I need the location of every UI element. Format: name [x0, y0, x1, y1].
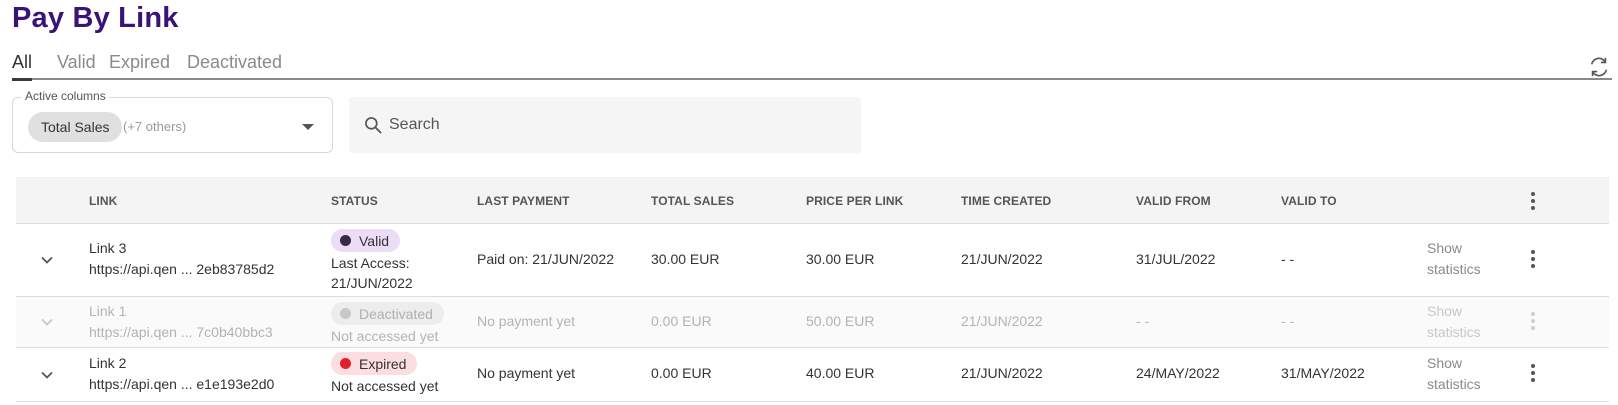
last-access-date: 21/JUN/2022	[331, 275, 413, 291]
chevron-down-icon[interactable]	[40, 368, 54, 382]
status-tabs: All Valid Expired Deactivated	[12, 52, 1612, 81]
more-vert-icon[interactable]	[1523, 191, 1543, 211]
table-header: LINK STATUS LAST PAYMENT TOTAL SALES PRI…	[16, 177, 1609, 224]
active-columns-label: Active columns	[22, 89, 109, 103]
valid-from: 31/JUL/2022	[1136, 251, 1216, 267]
table-row: Link 2 https://api.qen ... e1e193e2d0 Ex…	[16, 348, 1609, 402]
link-url[interactable]: https://api.qen ... 2eb83785d2	[89, 261, 274, 277]
status-dot	[340, 308, 351, 319]
total-sales: 30.00 EUR	[651, 251, 720, 267]
valid-from: 24/MAY/2022	[1136, 365, 1220, 381]
header-last-payment[interactable]: LAST PAYMENT	[477, 194, 570, 208]
header-time-created[interactable]: TIME CREATED	[961, 194, 1051, 208]
header-valid-from[interactable]: VALID FROM	[1136, 194, 1211, 208]
total-sales: 0.00 EUR	[651, 365, 712, 381]
valid-to: - -	[1281, 313, 1295, 329]
header-valid-to[interactable]: VALID TO	[1281, 194, 1337, 208]
show-statistics-link[interactable]: Show statistics	[1427, 301, 1481, 343]
table-row: Link 1 https://api.qen ... 7c0b40bbc3 De…	[16, 297, 1609, 348]
time-created: 21/JUN/2022	[961, 365, 1043, 381]
column-chip-total-sales[interactable]: Total Sales	[28, 112, 123, 142]
last-payment: No payment yet	[477, 365, 576, 381]
tab-all[interactable]: All	[12, 52, 33, 81]
tab-expired[interactable]: Expired	[109, 52, 170, 78]
dropdown-caret-icon[interactable]	[302, 124, 314, 130]
table-row: Link 3 https://api.qen ... 2eb83785d2 Va…	[16, 224, 1609, 297]
tab-deactivated[interactable]: Deactivated	[187, 52, 282, 78]
search-icon	[365, 117, 382, 134]
page-title: Pay By Link	[12, 2, 179, 34]
search-input[interactable]	[389, 107, 849, 143]
more-vert-icon[interactable]	[1523, 311, 1543, 331]
refresh-icon[interactable]	[1588, 56, 1610, 78]
valid-to: 31/MAY/2022	[1281, 365, 1365, 381]
links-table: LINK STATUS LAST PAYMENT TOTAL SALES PRI…	[16, 177, 1609, 402]
valid-from: - -	[1136, 313, 1150, 329]
link-name[interactable]: Link 3	[89, 240, 126, 256]
time-created: 21/JUN/2022	[961, 251, 1043, 267]
price-per-link: 40.00 EUR	[806, 365, 875, 381]
header-total-sales[interactable]: TOTAL SALES	[651, 194, 734, 208]
time-created: 21/JUN/2022	[961, 313, 1043, 329]
last-payment: No payment yet	[477, 313, 576, 329]
show-statistics-link[interactable]: Show statistics	[1427, 238, 1481, 280]
price-per-link: 50.00 EUR	[806, 313, 875, 329]
tab-valid[interactable]: Valid	[57, 52, 96, 78]
price-per-link: 30.00 EUR	[806, 251, 875, 267]
status-dot	[340, 358, 351, 369]
other-columns-count: (+7 others)	[123, 119, 187, 134]
link-url[interactable]: https://api.qen ... e1e193e2d0	[89, 376, 274, 392]
total-sales: 0.00 EUR	[651, 313, 712, 329]
chevron-down-icon[interactable]	[40, 315, 54, 329]
more-vert-icon[interactable]	[1523, 363, 1543, 383]
chevron-down-icon[interactable]	[40, 253, 54, 267]
status-dot	[340, 235, 351, 246]
valid-to: - -	[1281, 251, 1295, 267]
header-status[interactable]: STATUS	[331, 194, 378, 208]
status-badge: Deactivated	[331, 302, 444, 325]
last-payment: Paid on: 21/JUN/2022	[477, 251, 614, 267]
last-access-label: Not accessed yet	[331, 328, 439, 344]
last-access-label: Last Access:	[331, 255, 410, 271]
more-vert-icon[interactable]	[1523, 249, 1543, 269]
header-link[interactable]: LINK	[89, 194, 117, 208]
status-badge: Expired	[331, 352, 418, 375]
active-columns-select[interactable]: Active columns Total Sales (+7 others)	[12, 89, 333, 153]
search-box[interactable]	[349, 97, 861, 153]
status-badge: Valid	[331, 229, 401, 252]
header-price-per-link[interactable]: PRICE PER LINK	[806, 194, 903, 208]
link-name[interactable]: Link 1	[89, 303, 126, 319]
show-statistics-link[interactable]: Show statistics	[1427, 353, 1481, 395]
link-url[interactable]: https://api.qen ... 7c0b40bbc3	[89, 324, 273, 340]
link-name[interactable]: Link 2	[89, 355, 126, 371]
last-access-label: Not accessed yet	[331, 378, 439, 394]
